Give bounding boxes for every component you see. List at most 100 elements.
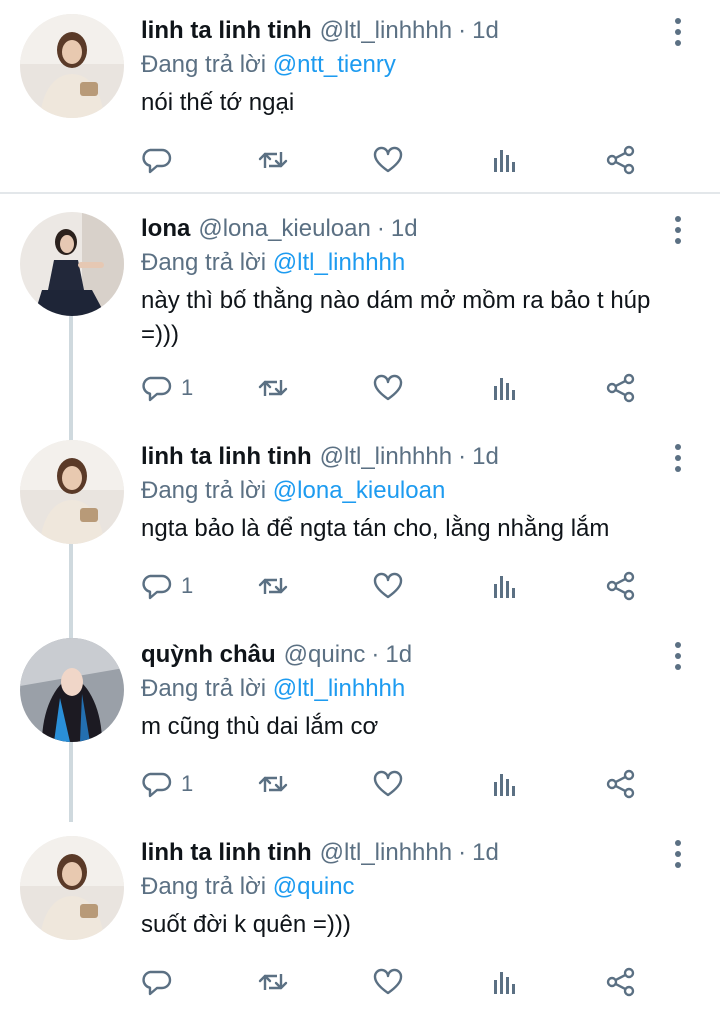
analytics-icon bbox=[489, 144, 521, 176]
reply-to-line: Đang trả lời @ntt_tienry bbox=[141, 48, 396, 82]
reply-icon bbox=[141, 372, 173, 404]
tweet-text: ngta bảo là để ngta tán cho, lằng nhằng … bbox=[141, 515, 610, 542]
like-button[interactable] bbox=[372, 140, 404, 180]
reply-icon bbox=[141, 570, 173, 602]
reply-icon bbox=[141, 144, 173, 176]
retweet-button[interactable] bbox=[257, 962, 289, 1002]
tweet-text: nói thế tớ ngại bbox=[141, 89, 295, 116]
retweet-button[interactable] bbox=[257, 764, 289, 804]
retweet-icon bbox=[257, 966, 289, 998]
avatar[interactable] bbox=[20, 212, 124, 316]
reply-prefix: Đang trả lời bbox=[141, 477, 267, 504]
reply-to-line: Đang trả lời @lona_kieuloan bbox=[141, 474, 445, 508]
tweet[interactable]: linh ta linh tinh @ltl_linhhhh · 1d Đang tr… bbox=[0, 836, 720, 1012]
like-button[interactable] bbox=[372, 566, 404, 606]
retweet-button[interactable] bbox=[257, 140, 289, 180]
user-handle[interactable]: @ltl_linhhhh bbox=[320, 839, 452, 866]
like-icon bbox=[372, 372, 404, 404]
action-bar bbox=[141, 962, 701, 1002]
mention-link[interactable]: @ltl_linhhhh bbox=[273, 675, 405, 702]
user-handle[interactable]: @ltl_linhhhh bbox=[320, 443, 452, 470]
share-button[interactable] bbox=[605, 566, 637, 606]
reply-button[interactable]: 1 bbox=[141, 368, 193, 408]
more-icon[interactable] bbox=[664, 214, 692, 246]
display-name[interactable]: linh ta linh tinh bbox=[141, 17, 312, 44]
reply-to-line: Đang trả lời @quinc bbox=[141, 870, 355, 904]
reply-button[interactable]: 1 bbox=[141, 764, 193, 804]
timestamp[interactable]: 1d bbox=[472, 443, 499, 470]
analytics-icon bbox=[489, 768, 521, 800]
separator-dot: · bbox=[371, 641, 380, 668]
like-button[interactable] bbox=[372, 962, 404, 1002]
like-button[interactable] bbox=[372, 368, 404, 408]
like-button[interactable] bbox=[372, 764, 404, 804]
tweet[interactable]: linh ta linh tinh @ltl_linhhhh · 1d Đang tr… bbox=[0, 440, 720, 626]
share-icon bbox=[605, 768, 637, 800]
tweet[interactable]: lona @lona_kieuloan · 1d Đang trả lời @ltl_… bbox=[0, 212, 720, 432]
display-name[interactable]: linh ta linh tinh bbox=[141, 839, 312, 866]
reply-icon bbox=[141, 966, 173, 998]
mention-link[interactable]: @ntt_tienry bbox=[273, 51, 396, 78]
avatar[interactable] bbox=[20, 836, 124, 940]
reply-count: 1 bbox=[181, 573, 194, 598]
like-icon bbox=[372, 570, 404, 602]
tweet-header: linh ta linh tinh @ltl_linhhhh · 1d bbox=[141, 14, 499, 48]
timestamp[interactable]: 1d bbox=[385, 641, 412, 668]
share-button[interactable] bbox=[605, 764, 637, 804]
reply-prefix: Đang trả lời bbox=[141, 51, 267, 78]
analytics-button[interactable] bbox=[489, 764, 521, 804]
reply-button[interactable] bbox=[141, 140, 181, 180]
share-button[interactable] bbox=[605, 962, 637, 1002]
analytics-icon bbox=[489, 966, 521, 998]
tweet-header: lona @lona_kieuloan · 1d bbox=[141, 212, 418, 246]
analytics-button[interactable] bbox=[489, 566, 521, 606]
tweet[interactable]: linh ta linh tinh @ltl_linhhhh · 1d Đang tr… bbox=[0, 14, 720, 194]
user-handle[interactable]: @ltl_linhhhh bbox=[320, 17, 452, 44]
avatar[interactable] bbox=[20, 14, 124, 118]
more-icon[interactable] bbox=[664, 640, 692, 672]
action-bar bbox=[141, 140, 701, 180]
share-button[interactable] bbox=[605, 140, 637, 180]
retweet-icon bbox=[257, 372, 289, 404]
reply-to-line: Đang trả lời @ltl_linhhhh bbox=[141, 246, 405, 280]
reply-prefix: Đang trả lời bbox=[141, 675, 267, 702]
share-icon bbox=[605, 570, 637, 602]
tweet-text: này thì bố thằng nào dám mở mồm ra bảo t… bbox=[141, 287, 651, 348]
timestamp[interactable]: 1d bbox=[472, 17, 499, 44]
action-bar: 1 bbox=[141, 566, 701, 606]
tweet-header: quỳnh châu @quinc · 1d bbox=[141, 638, 412, 672]
share-icon bbox=[605, 966, 637, 998]
user-handle[interactable]: @lona_kieuloan bbox=[198, 215, 371, 242]
tweet[interactable]: quỳnh châu @quinc · 1d Đang trả lời @ltl_li… bbox=[0, 638, 720, 824]
more-icon[interactable] bbox=[664, 442, 692, 474]
more-icon[interactable] bbox=[664, 16, 692, 48]
reply-to-line: Đang trả lời @ltl_linhhhh bbox=[141, 672, 405, 706]
avatar[interactable] bbox=[20, 638, 124, 742]
reply-button[interactable] bbox=[141, 962, 181, 1002]
analytics-button[interactable] bbox=[489, 962, 521, 1002]
timestamp[interactable]: 1d bbox=[472, 839, 499, 866]
display-name[interactable]: linh ta linh tinh bbox=[141, 443, 312, 470]
share-icon bbox=[605, 144, 637, 176]
avatar[interactable] bbox=[20, 440, 124, 544]
mention-link[interactable]: @quinc bbox=[273, 873, 355, 900]
analytics-button[interactable] bbox=[489, 368, 521, 408]
action-bar: 1 bbox=[141, 368, 701, 408]
user-handle[interactable]: @quinc bbox=[284, 641, 366, 668]
action-bar: 1 bbox=[141, 764, 701, 804]
display-name[interactable]: quỳnh châu bbox=[141, 641, 276, 668]
reply-button[interactable]: 1 bbox=[141, 566, 193, 606]
like-icon bbox=[372, 966, 404, 998]
timestamp[interactable]: 1d bbox=[391, 215, 418, 242]
mention-link[interactable]: @ltl_linhhhh bbox=[273, 249, 405, 276]
display-name[interactable]: lona bbox=[141, 215, 190, 242]
separator-dot: · bbox=[376, 215, 385, 242]
reply-prefix: Đang trả lời bbox=[141, 249, 267, 276]
retweet-button[interactable] bbox=[257, 566, 289, 606]
share-button[interactable] bbox=[605, 368, 637, 408]
analytics-button[interactable] bbox=[489, 140, 521, 180]
retweet-button[interactable] bbox=[257, 368, 289, 408]
mention-link[interactable]: @lona_kieuloan bbox=[273, 477, 446, 504]
tweet-header: linh ta linh tinh @ltl_linhhhh · 1d bbox=[141, 836, 499, 870]
more-icon[interactable] bbox=[664, 838, 692, 870]
